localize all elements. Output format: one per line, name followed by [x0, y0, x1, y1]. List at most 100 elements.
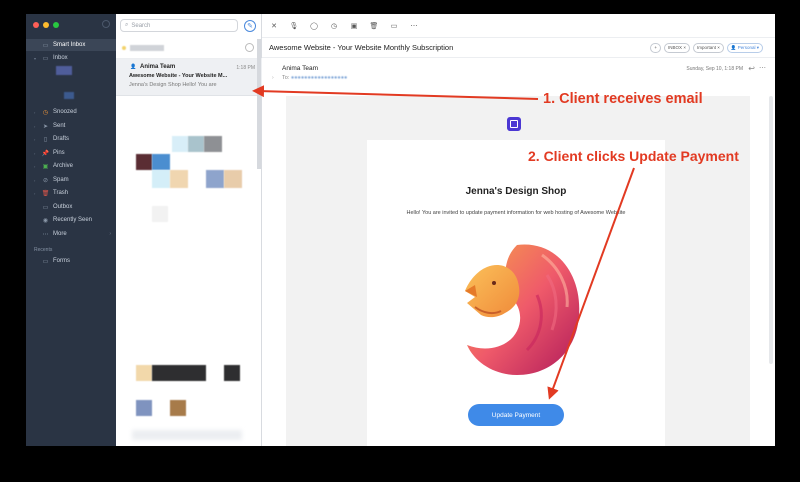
more-icon[interactable]: ⋯ — [759, 64, 766, 72]
search-placeholder: Search — [131, 22, 151, 29]
tag-inbox[interactable]: INBOX × — [664, 43, 690, 53]
outbox-icon: ▭ — [42, 204, 49, 211]
minimize-window-button[interactable] — [43, 22, 49, 28]
trash-icon[interactable]: 🗑 — [368, 20, 380, 32]
sidebar-item-label: Trash — [53, 190, 69, 196]
compose-button[interactable]: ✎ — [244, 20, 256, 32]
sidebar-item-smart-inbox[interactable]: ▭ Smart Inbox — [26, 39, 116, 51]
redacted-content — [206, 170, 224, 188]
search-input[interactable]: ⌕ Search — [120, 19, 238, 32]
search-icon: ⌕ — [125, 22, 129, 28]
redacted-account — [64, 92, 74, 99]
annotation-step1: 1. Client receives email — [543, 91, 703, 107]
folder-icon: ▭ — [42, 258, 49, 265]
sidebar-item-spam[interactable]: › ⊘ Spam — [26, 174, 116, 186]
brand-logo-icon — [507, 117, 521, 131]
list-item[interactable] — [116, 39, 262, 59]
sidebar-item-recently-seen[interactable]: ◉ Recently Seen — [26, 214, 116, 226]
sidebar-item-outbox[interactable]: ▭ Outbox — [26, 201, 116, 213]
redacted-content — [224, 170, 242, 188]
eye-icon: ◉ — [42, 217, 49, 224]
message-to[interactable]: To: ●●●●●●●●●●●●●●●●● — [282, 75, 347, 81]
shop-name: Jenna's Design Shop — [465, 186, 567, 197]
reply-icon[interactable]: ↩ — [748, 64, 755, 73]
archive-icon[interactable]: ▣ — [348, 20, 360, 32]
chevron-right-icon[interactable]: › — [272, 75, 274, 81]
more-icon[interactable]: ⋯ — [408, 20, 420, 32]
mail-window: ▭ Smart Inbox ▾ ▭ Inbox › ◷ Snoozed › ➤ … — [26, 14, 775, 446]
sidebar-item-more[interactable]: ⋯ More › — [26, 228, 116, 240]
close-window-button[interactable] — [33, 22, 39, 28]
send-icon: ➤ — [42, 123, 49, 130]
folder-icon[interactable]: ▭ — [388, 20, 400, 32]
microphone-icon[interactable]: 🎙 — [288, 20, 300, 32]
message-header: Anima Team › To: ●●●●●●●●●●●●●●●●● Sunda… — [262, 59, 775, 95]
redacted-content — [152, 365, 206, 381]
message-sender: Anima Team — [140, 64, 176, 70]
user-icon: 👤 — [130, 64, 137, 70]
recents-heading: Recents — [34, 247, 53, 253]
redacted-content — [152, 206, 168, 222]
redacted-content — [152, 170, 170, 188]
message-title: Awesome Website - Your Website Monthly S… — [269, 43, 454, 52]
redacted-content — [224, 365, 240, 381]
chevron-down-icon[interactable]: ▾ — [34, 56, 38, 61]
inbox-icon: ▭ — [42, 55, 49, 62]
tag-personal[interactable]: 👤 Personal ▾ — [726, 43, 763, 53]
redacted-content — [188, 136, 204, 152]
tag-list: + INBOX × Important × 👤 Personal ▾ — [650, 43, 763, 53]
sidebar-item-label: Outbox — [53, 204, 73, 210]
sidebar-item-drafts[interactable]: › ▯ Drafts — [26, 133, 116, 145]
sidebar-item-label: Snoozed — [53, 109, 77, 115]
chevron-right-icon: › — [109, 231, 111, 237]
redacted-account — [56, 66, 72, 75]
trash-icon: 🗑 — [41, 190, 50, 197]
sidebar-item-label: Inbox — [53, 55, 68, 61]
sidebar: ▭ Smart Inbox ▾ ▭ Inbox › ◷ Snoozed › ➤ … — [26, 14, 116, 446]
sidebar-item-label: Spam — [53, 177, 69, 183]
pin-icon: 📌 — [41, 150, 50, 157]
redacted-content — [204, 136, 222, 152]
sidebar-item-trash[interactable]: › 🗑 Trash — [26, 187, 116, 199]
redacted-content — [136, 154, 152, 170]
snooze-icon[interactable] — [245, 43, 254, 52]
annotation-step2: 2. Client clicks Update Payment — [528, 148, 739, 164]
message-toolbar: ✕ 🎙 ◯ ◷ ▣ 🗑 ▭ ⋯ — [262, 14, 775, 38]
sidebar-item-label: More — [53, 231, 67, 237]
message-list: ⌕ Search ✎ 👤 Anima Team 1:18 PM Awesome … — [116, 14, 262, 446]
clock-icon[interactable]: ◷ — [328, 20, 340, 32]
subject-bar: Awesome Website - Your Website Monthly S… — [262, 38, 775, 58]
tag-add-icon[interactable]: + — [650, 43, 662, 53]
message-preview: Jenna's Design Shop Hello! You are — [129, 82, 217, 88]
list-item-selected[interactable]: 👤 Anima Team 1:18 PM Awesome Website - Y… — [116, 59, 262, 96]
sidebar-item-sent[interactable]: › ➤ Sent — [26, 120, 116, 132]
pencil-icon: ✎ — [247, 23, 253, 30]
list-scrollbar[interactable] — [257, 39, 261, 169]
zoom-window-button[interactable] — [53, 22, 59, 28]
close-icon[interactable]: ✕ — [268, 20, 280, 32]
spam-icon: ⊘ — [42, 177, 49, 184]
email-card: Jenna's Design Shop Hello! You are invit… — [367, 140, 665, 446]
sidebar-item-inbox[interactable]: ▾ ▭ Inbox — [26, 52, 116, 64]
message-from: Anima Team — [282, 65, 319, 72]
message-subject: Awesome Website - Your Website M... — [129, 73, 228, 79]
sidebar-item-pins[interactable]: › 📌 Pins — [26, 147, 116, 159]
clock-icon: ◷ — [42, 109, 49, 116]
sidebar-item-archive[interactable]: › ▣ Archive — [26, 160, 116, 172]
sidebar-item-label: Forms — [53, 258, 70, 264]
done-circle-icon[interactable]: ◯ — [308, 20, 320, 32]
sidebar-toggle-icon[interactable] — [102, 20, 110, 28]
sidebar-item-label: Smart Inbox — [53, 42, 86, 48]
message-date: Sunday, Sep 10, 1:18 PM — [686, 66, 743, 72]
lion-logo-icon — [465, 244, 580, 375]
smart-inbox-icon: ▭ — [42, 42, 49, 49]
update-payment-button[interactable]: Update Payment — [468, 404, 564, 426]
sidebar-item-label: Drafts — [53, 136, 70, 142]
pane-scrollbar[interactable] — [769, 96, 773, 364]
tag-important[interactable]: Important × — [692, 43, 724, 53]
sidebar-item-snoozed[interactable]: › ◷ Snoozed — [26, 106, 116, 118]
message-time: 1:18 PM — [236, 65, 255, 71]
sidebar-item-forms[interactable]: ▭ Forms — [26, 255, 116, 267]
more-icon: ⋯ — [42, 231, 49, 238]
redacted-content — [152, 154, 170, 170]
